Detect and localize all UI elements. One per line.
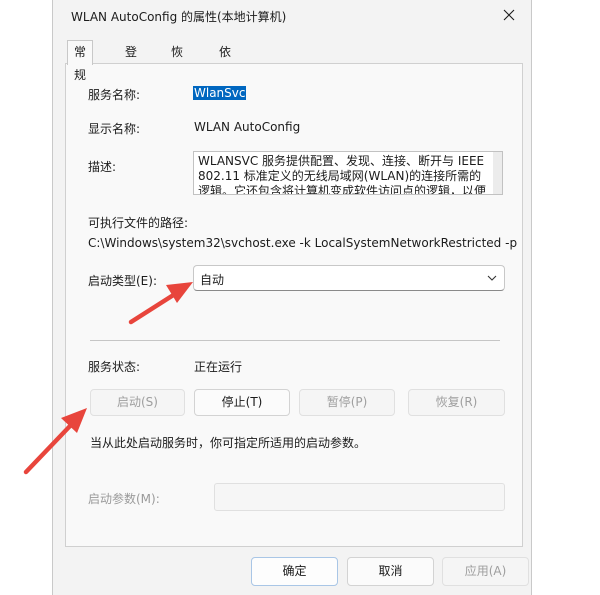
description-box[interactable]: WLANSVC 服务提供配置、发现、连接、断开与 IEEE 802.11 标准定…: [193, 151, 503, 195]
cancel-button[interactable]: 取消: [347, 557, 434, 586]
start-params-hint: 当从此处启动服务时，你可指定所适用的启动参数。: [90, 436, 367, 450]
tab-dependencies[interactable]: 依存关系: [213, 42, 237, 122]
service-status-value: 正在运行: [194, 360, 243, 374]
service-name-value[interactable]: WlanSvc: [193, 86, 247, 100]
start-button[interactable]: 启动(S): [90, 389, 185, 416]
close-button[interactable]: [489, 0, 529, 30]
title-bar: WLAN AutoConfig 的属性(本地计算机): [53, 0, 531, 32]
start-params-input[interactable]: [214, 483, 505, 511]
description-text: WLANSVC 服务提供配置、发现、连接、断开与 IEEE 802.11 标准定…: [198, 154, 487, 195]
close-icon: [503, 9, 515, 21]
startup-type-combo[interactable]: 自动: [193, 265, 505, 291]
display-name-label: 显示名称:: [88, 122, 141, 136]
startup-type-value: 自动: [200, 273, 225, 287]
stop-button[interactable]: 停止(T): [194, 389, 290, 416]
description-scrollbar[interactable]: [493, 152, 502, 194]
properties-dialog: WLAN AutoConfig 的属性(本地计算机) 常规 登录 恢复 依存关系…: [52, 0, 532, 595]
tab-logon[interactable]: 登录: [119, 42, 143, 80]
exe-path-value: C:\Windows\system32\svchost.exe -k Local…: [88, 236, 518, 250]
separator: [90, 340, 500, 341]
pause-button[interactable]: 暂停(P): [299, 389, 395, 416]
display-name-value: WLAN AutoConfig: [194, 120, 301, 134]
apply-button[interactable]: 应用(A): [442, 557, 529, 586]
description-label: 描述:: [88, 160, 117, 174]
ok-button[interactable]: 确定: [251, 557, 338, 586]
tab-general[interactable]: 常规: [67, 40, 94, 82]
exe-path-label: 可执行文件的路径:: [88, 216, 189, 230]
chevron-down-icon: [487, 275, 497, 281]
window-title: WLAN AutoConfig 的属性(本地计算机): [71, 10, 287, 24]
tab-recovery[interactable]: 恢复: [165, 42, 189, 80]
resume-button[interactable]: 恢复(R): [408, 389, 505, 416]
start-params-label: 启动参数(M):: [88, 492, 160, 506]
service-name-label: 服务名称:: [88, 88, 141, 102]
general-panel: 服务名称: WlanSvc 显示名称: WLAN AutoConfig 描述: …: [65, 63, 523, 547]
startup-type-label: 启动类型(E):: [88, 274, 157, 288]
service-status-label: 服务状态:: [88, 360, 141, 374]
